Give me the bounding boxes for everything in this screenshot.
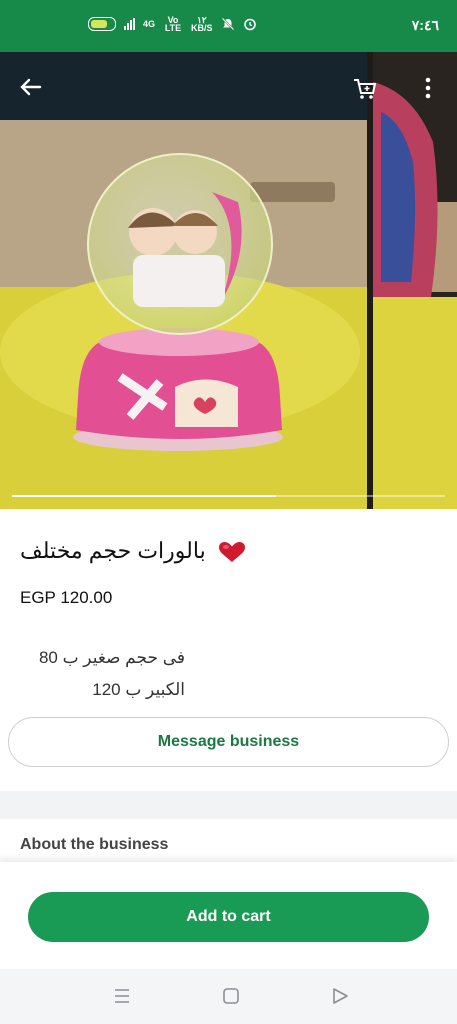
network-4g-label: 4G (143, 19, 156, 29)
image-progress-fill (12, 495, 277, 497)
network-speed-unit: KB/S (191, 23, 213, 33)
alarm-icon (243, 18, 256, 31)
status-bar: 4G Vo LTE ١٢ KB/S ٧:٤٦ (0, 0, 457, 52)
image-progress-track (12, 495, 445, 497)
product-title-text: بالورات حجم مختلف (20, 538, 206, 563)
back-triangle-icon[interactable] (330, 986, 350, 1006)
product-image-gallery[interactable] (0, 52, 457, 509)
heart-icon (218, 542, 245, 563)
about-business-heading: About the business (20, 836, 169, 853)
product-title: بالورات حجم مختلف (20, 538, 246, 564)
mute-bell-icon (221, 17, 234, 31)
status-icons: 4G Vo LTE ١٢ KB/S (88, 15, 257, 33)
product-price: EGP 120.00 (20, 588, 113, 607)
add-to-cart-button[interactable]: Add to cart (28, 892, 429, 942)
bottom-action-bar: Add to cart (0, 862, 457, 969)
home-icon[interactable] (221, 986, 241, 1006)
description-line-1: فى حجم صغير ب 80 (38, 648, 185, 667)
section-divider (0, 791, 457, 819)
signal-icon (124, 18, 135, 30)
next-product-photo[interactable] (373, 52, 457, 509)
product-description: فى حجم صغير ب 80 الكبير ب 120 (20, 642, 185, 706)
network-speed: ١٢ KB/S (191, 16, 213, 33)
recent-apps-icon[interactable] (112, 986, 132, 1006)
description-line-2: الكبير ب 120 (92, 680, 185, 699)
product-photo[interactable] (0, 52, 367, 509)
cart-icon[interactable] (352, 76, 378, 102)
status-time: ٧:٤٦ (411, 17, 439, 33)
system-nav-bar (0, 969, 457, 1024)
volte-label: Vo LTE (164, 15, 182, 33)
more-options-icon[interactable] (420, 74, 436, 102)
battery-icon (88, 17, 116, 31)
message-business-button[interactable]: Message business (8, 717, 449, 767)
back-arrow-icon[interactable] (16, 72, 46, 102)
